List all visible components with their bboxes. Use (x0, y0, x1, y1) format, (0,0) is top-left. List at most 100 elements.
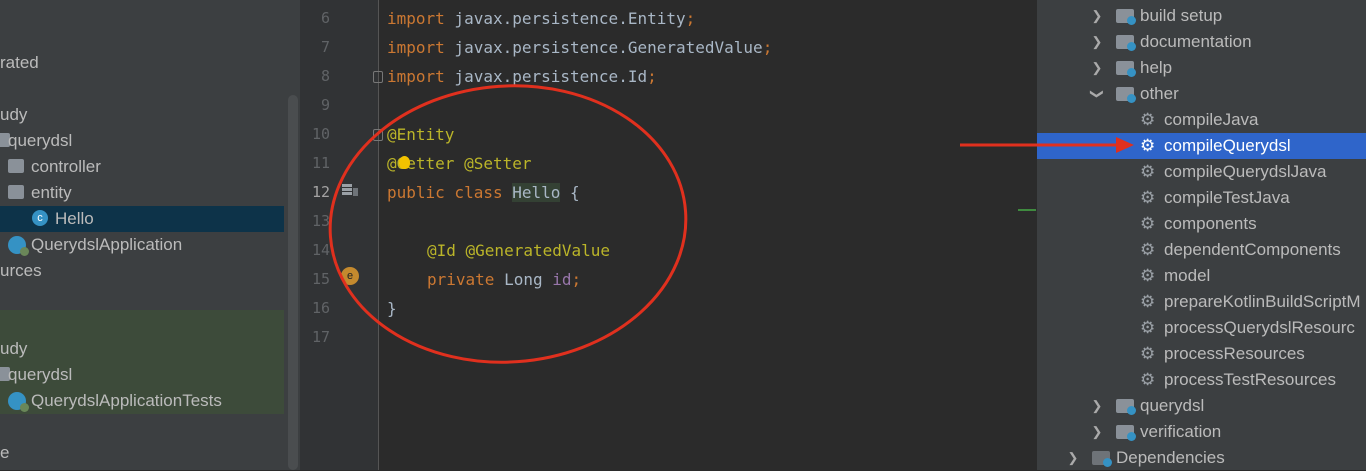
gradle-group-querydsl[interactable]: ❯ querydsl (1090, 393, 1366, 419)
project-tree-label: udy (0, 339, 28, 358)
database-entity-icon[interactable] (341, 183, 359, 197)
package-icon (8, 159, 24, 173)
project-tree-item-package[interactable]: entity (0, 180, 284, 206)
chevron-down-icon[interactable]: ❯ (1084, 87, 1110, 101)
gradle-task[interactable]: ⚙ components (1138, 211, 1366, 237)
project-tree-item[interactable]: udy (0, 336, 284, 362)
project-tree-item-package[interactable]: controller (0, 154, 284, 180)
project-tree-item-class[interactable]: c Hello (0, 206, 284, 232)
gradle-task-label: processQuerydslResourc (1164, 318, 1355, 337)
code-line: import javax.persistence.Id; (387, 62, 657, 91)
gradle-task[interactable]: ⚙ compileTestJava (1138, 185, 1366, 211)
project-tree-label: rated (0, 53, 39, 72)
project-tree-item[interactable]: urces (0, 258, 284, 284)
project-tree-item-class[interactable]: QuerydslApplication (0, 232, 284, 258)
project-scrollbar[interactable] (288, 95, 298, 470)
gradle-group-verification[interactable]: ❯ verification (1090, 419, 1366, 445)
gradle-group-build-setup[interactable]: ❯ build setup (1090, 3, 1366, 29)
gradle-group-other[interactable]: ❯ other (1090, 81, 1366, 107)
chevron-right-icon[interactable]: ❯ (1090, 55, 1104, 81)
gradle-task[interactable]: ⚙ dependentComponents (1138, 237, 1366, 263)
gradle-task-label: processResources (1164, 344, 1305, 363)
code-line: import javax.persistence.Entity; (387, 4, 695, 33)
line-number: 6 (320, 9, 330, 27)
gradle-task-label: compileQuerydsl (1164, 136, 1291, 155)
project-tree-label: QuerydslApplication (31, 235, 183, 254)
code-line: public class Hello { (387, 178, 580, 207)
code-line: } (387, 294, 397, 323)
gradle-task-label: compileJava (1164, 110, 1259, 129)
code-text: { (560, 183, 580, 202)
project-tree-label: querydsl (8, 131, 73, 150)
gear-icon: ⚙ (1140, 136, 1156, 155)
task-group-icon (1116, 87, 1136, 103)
annotation: @Id @GeneratedValue (427, 241, 611, 260)
test-class-icon (8, 392, 29, 412)
gradle-task-label: compileTestJava (1164, 188, 1290, 207)
line-number: 16 (311, 299, 330, 317)
chevron-right-icon[interactable]: ❯ (1090, 419, 1104, 445)
project-tree-label: urces (0, 261, 42, 280)
gear-icon: ⚙ (1140, 370, 1156, 389)
gradle-task[interactable]: ⚙ processResources (1138, 341, 1366, 367)
code-text: } (387, 299, 397, 318)
project-tree-item[interactable]: udy (0, 102, 284, 128)
chevron-right-icon[interactable]: ❯ (1090, 393, 1104, 419)
gradle-task[interactable]: ⚙ processQuerydslResourc (1138, 315, 1366, 341)
gradle-group-label: verification (1140, 422, 1222, 441)
gradle-group-help[interactable]: ❯ help (1090, 55, 1366, 81)
project-tree-item-package[interactable]: querydsl (0, 128, 284, 154)
gradle-task[interactable]: ⚙ compileQuerydslJava (1138, 159, 1366, 185)
chevron-right-icon[interactable]: ❯ (1066, 445, 1080, 471)
keyword: public class (387, 183, 503, 202)
task-group-icon (1116, 399, 1136, 415)
gradle-task[interactable]: ⚙ prepareKotlinBuildScriptM (1138, 289, 1366, 315)
chevron-right-icon[interactable]: ❯ (1090, 29, 1104, 55)
dependencies-label: Dependencies (1116, 448, 1225, 467)
gear-icon: ⚙ (1140, 188, 1156, 207)
line-number: 8 (320, 67, 330, 85)
line-number: 7 (320, 38, 330, 56)
gradle-task-label: dependentComponents (1164, 240, 1341, 259)
fold-marker-icon[interactable] (373, 71, 383, 83)
gradle-task-label: compileQuerydslJava (1164, 162, 1327, 181)
task-group-icon (1116, 35, 1136, 51)
gear-icon: ⚙ (1140, 318, 1156, 337)
keyword: import (387, 67, 445, 86)
task-group-icon (1116, 9, 1136, 25)
project-tree-item-class[interactable]: QuerydslApplicationTests (0, 388, 284, 414)
project-tree-label: entity (31, 183, 72, 202)
gradle-group-documentation[interactable]: ❯ documentation (1090, 29, 1366, 55)
gear-icon: ⚙ (1140, 292, 1156, 311)
line-number: 9 (320, 96, 330, 114)
gear-icon: ⚙ (1140, 110, 1156, 129)
field: id (552, 270, 572, 289)
project-tree-item[interactable]: e (0, 440, 284, 466)
line-number: 13 (311, 212, 330, 230)
lightbulb-icon[interactable] (399, 156, 410, 169)
chevron-right-icon[interactable]: ❯ (1090, 3, 1104, 29)
gear-icon: ⚙ (1140, 344, 1156, 363)
project-tree-item-package[interactable]: querydsl (0, 362, 284, 388)
package-icon (8, 185, 24, 199)
change-marker (1018, 209, 1036, 211)
annotation: @Getter (387, 154, 455, 173)
gradle-task[interactable]: ⚙ processTestResources (1138, 367, 1366, 393)
bean-icon[interactable]: e (341, 267, 359, 285)
fold-marker-icon[interactable] (373, 129, 383, 141)
line-number: 11 (311, 154, 330, 172)
semicolon: ; (647, 67, 657, 86)
task-group-icon (1116, 61, 1136, 77)
code-text: javax.persistence.Entity (444, 9, 686, 28)
gradle-task[interactable]: ⚙ model (1138, 263, 1366, 289)
project-tree-label: udy (0, 105, 28, 124)
gradle-task-selected[interactable]: ⚙ compileQuerydsl (1037, 133, 1366, 159)
code-text: javax.persistence.Id (444, 67, 648, 86)
project-tree-label: querydsl (8, 365, 73, 384)
project-tree-item[interactable]: rated (0, 50, 284, 76)
project-tool-window: rated udy querydsl controller entity c H… (0, 0, 300, 470)
code-line: @Id @GeneratedValue (427, 236, 610, 265)
gradle-dependencies[interactable]: ❯ Dependencies (1066, 445, 1366, 471)
gradle-task[interactable]: ⚙ compileJava (1138, 107, 1366, 133)
class-name: Hello (512, 183, 561, 202)
